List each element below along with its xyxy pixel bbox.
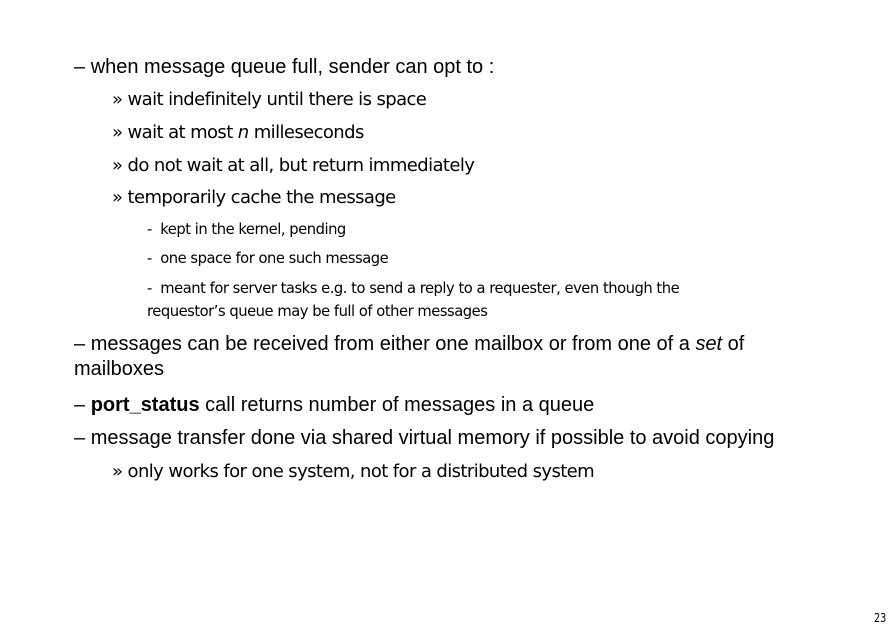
italic-set: set bbox=[695, 333, 723, 355]
page-number: 23 bbox=[873, 611, 886, 625]
subbullet-one-system: » only works for one system, not for a d… bbox=[112, 461, 595, 482]
bullet-port-status: – port_status call returns number of mes… bbox=[74, 394, 594, 417]
bullet-text: wait indefinitely until there is space bbox=[127, 89, 427, 110]
bullet-marker: – bbox=[74, 427, 86, 449]
bullet-text: wait at most bbox=[127, 122, 238, 143]
subsubbullet-server-tasks-cont: requestor’s queue may be full of other m… bbox=[147, 302, 488, 320]
bullet-queue-full: – when message queue full, sender can op… bbox=[74, 56, 494, 79]
subsubbullet-server-tasks: - meant for server tasks e.g. to send a … bbox=[147, 279, 680, 297]
subbullet-wait-n-ms: » wait at most n milleseconds bbox=[112, 122, 364, 143]
subsubbullet-one-space: - one space for one such message bbox=[147, 249, 389, 267]
bullet-marker: – bbox=[74, 333, 86, 355]
subbullet-no-wait: » do not wait at all, but return immedia… bbox=[112, 155, 475, 176]
bullet-marker: » bbox=[112, 461, 123, 482]
bullet-text: message transfer done via shared virtual… bbox=[90, 427, 775, 449]
bullet-marker: - bbox=[147, 220, 152, 238]
port-status-keyword: port_status bbox=[90, 394, 200, 416]
bullet-text: do not wait at all, but return immediate… bbox=[127, 155, 475, 176]
subbullet-cache: » temporarily cache the message bbox=[112, 187, 396, 208]
subbullet-wait-indefinitely: » wait indefinitely until there is space bbox=[112, 89, 427, 110]
bullet-mailboxes-cont: mailboxes bbox=[74, 358, 164, 381]
bullet-marker: - bbox=[147, 249, 152, 267]
bullet-marker: – bbox=[74, 56, 86, 78]
bullet-text: one space for one such message bbox=[160, 249, 389, 267]
bullet-text-tail: milleseconds bbox=[248, 122, 365, 143]
bullet-marker: » bbox=[112, 187, 123, 208]
bullet-marker: - bbox=[147, 279, 152, 297]
bullet-text: call returns number of messages in a que… bbox=[199, 394, 595, 416]
bullet-text-tail: of bbox=[722, 333, 745, 355]
bullet-text: meant for server tasks e.g. to send a re… bbox=[160, 279, 680, 297]
bullet-marker: » bbox=[112, 89, 123, 110]
bullet-text: temporarily cache the message bbox=[127, 187, 397, 208]
bullet-text-continued: requestor’s queue may be full of other m… bbox=[147, 302, 488, 320]
bullet-shared-memory: – message transfer done via shared virtu… bbox=[74, 427, 774, 450]
bullet-marker: » bbox=[112, 122, 123, 143]
italic-n: n bbox=[237, 122, 249, 143]
bullet-text-continued: mailboxes bbox=[74, 358, 165, 380]
bullet-text: messages can be received from either one… bbox=[90, 333, 696, 355]
bullet-mailboxes: – messages can be received from either o… bbox=[74, 333, 744, 356]
bullet-text: kept in the kernel, pending bbox=[160, 220, 346, 238]
bullet-text: only works for one system, not for a dis… bbox=[127, 461, 595, 482]
subsubbullet-kernel: - kept in the kernel, pending bbox=[147, 220, 346, 238]
bullet-marker: – bbox=[74, 394, 86, 416]
bullet-marker: » bbox=[112, 155, 123, 176]
bullet-text: when message queue full, sender can opt … bbox=[90, 56, 495, 78]
